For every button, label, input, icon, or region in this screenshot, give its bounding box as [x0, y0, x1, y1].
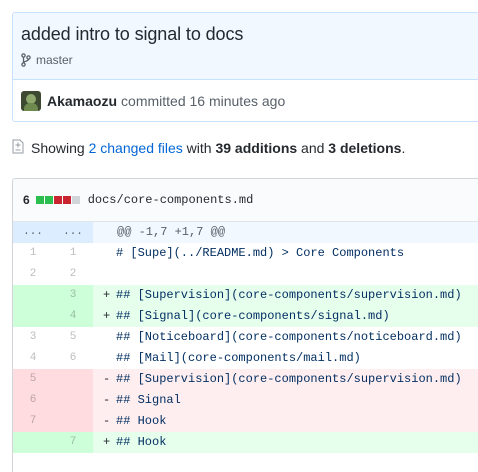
diff-marker: + — [103, 309, 111, 323]
deletions-count: 3 deletions — [328, 140, 402, 156]
deletion-row: 6 - ## Signal — [13, 390, 478, 411]
diff-summary: Showing 2 changed files with 39 addition… — [12, 139, 405, 157]
commit-meta: Akamaozu committed 16 minutes ago — [13, 80, 478, 121]
code-line: ## [Mail](core-components/mail.md) — [93, 348, 478, 369]
old-line-number[interactable] — [13, 285, 53, 306]
branch-name: master — [36, 53, 73, 67]
context-row: 3 5 ## [Noticeboard](core-components/notic… — [13, 327, 478, 348]
code-line: ## [Noticeboard](core-components/noticeb… — [93, 327, 478, 348]
git-branch-icon — [21, 53, 31, 67]
old-line-number[interactable]: 7 — [13, 411, 53, 432]
old-line-number[interactable]: 1 — [13, 243, 53, 264]
diffstat-block-del — [53, 196, 62, 204]
code-text: ## [Signal](core-components/signal.md) — [116, 309, 390, 323]
diffstat-bar — [35, 196, 80, 204]
deletion-row: 7 - ## Hook — [13, 411, 478, 432]
diffstat-block-add — [44, 196, 53, 204]
new-line-number[interactable]: 7 — [53, 432, 93, 453]
hunk-header-row[interactable]: ... ... @@ -1,7 +1,7 @@ — [13, 222, 478, 243]
avatar[interactable] — [21, 91, 41, 111]
diffstat-count: 6 — [23, 193, 30, 207]
file-path-link[interactable]: docs/core-components.md — [88, 193, 254, 207]
code-text: ## [Supervision](core-components/supervi… — [116, 288, 462, 302]
context-row: 4 6 ## [Mail](core-components/mail.md) — [13, 348, 478, 369]
new-line-number[interactable] — [53, 390, 93, 411]
branch-info[interactable]: master — [21, 53, 478, 67]
deletion-row: 5 - ## [Supervision](core-components/super… — [13, 369, 478, 390]
new-line-number[interactable]: 3 — [53, 285, 93, 306]
addition-row: 7 + ## Hook — [13, 432, 478, 453]
summary-period: . — [401, 140, 406, 156]
diffstat-block-neu — [71, 196, 80, 204]
diff-marker: - — [103, 393, 111, 407]
file-diff-icon — [12, 139, 24, 157]
new-line-number[interactable]: 4 — [53, 306, 93, 327]
old-line-number[interactable]: 5 — [13, 369, 53, 390]
file-header: 6 docs/core-components.md — [13, 179, 478, 222]
expand-right[interactable]: ... — [53, 222, 93, 243]
new-line-number[interactable] — [53, 411, 93, 432]
old-line-number[interactable] — [13, 432, 53, 453]
commit-time: 16 minutes ago — [189, 93, 286, 109]
code-text: # [Supe](../README.md) > Core Components — [116, 246, 405, 260]
context-row: 1 1 # [Supe](../README.md) > Core Componen… — [13, 243, 478, 264]
code-text: ## Signal — [116, 393, 181, 407]
file-diff: 6 docs/core-components.md ... ... @@ -1,… — [12, 178, 478, 472]
old-line-number[interactable] — [13, 306, 53, 327]
diffstat-block-add — [35, 196, 44, 204]
diffstat-block-del — [62, 196, 71, 204]
summary-and: and — [301, 140, 325, 156]
expand-left[interactable]: ... — [13, 222, 53, 243]
addition-row: 3 + ## [Supervision](core-components/super… — [13, 285, 478, 306]
diff-marker: + — [103, 288, 111, 302]
new-line-number[interactable] — [53, 369, 93, 390]
code-text: ## [Noticeboard](core-components/noticeb… — [116, 330, 462, 344]
code-line: + ## Hook — [93, 432, 478, 453]
code-line: - ## Hook — [93, 411, 478, 432]
new-line-number[interactable]: 1 — [53, 243, 93, 264]
diff-marker: + — [103, 435, 111, 449]
code-text: ## [Mail](core-components/mail.md) — [116, 351, 361, 365]
additions-count: 39 additions — [215, 140, 298, 156]
code-line: # [Supe](../README.md) > Core Components — [93, 243, 478, 264]
new-line-number[interactable]: 6 — [53, 348, 93, 369]
code-line: - ## [Supervision](core-components/superv… — [93, 369, 478, 390]
diff-marker: - — [103, 414, 111, 428]
summary-showing: Showing — [31, 140, 85, 156]
code-text: ## Hook — [116, 414, 167, 428]
code-line: + ## [Signal](core-components/signal.md) — [93, 306, 478, 327]
new-line-number[interactable]: 5 — [53, 327, 93, 348]
code-line: - ## Signal — [93, 390, 478, 411]
diff-table: ... ... @@ -1,7 +1,7 @@ 1 1 # [Supe](../RE… — [13, 222, 478, 453]
commit-title: added intro to signal to docs — [21, 24, 244, 44]
author-link[interactable]: Akamaozu — [47, 93, 117, 109]
old-line-number[interactable]: 3 — [13, 327, 53, 348]
commit-box: added intro to signal to docs master Aka… — [12, 12, 478, 122]
code-text: ## [Supervision](core-components/supervi… — [116, 372, 462, 386]
addition-row: 4 + ## [Signal](core-components/signal.md) — [13, 306, 478, 327]
old-line-number[interactable]: 6 — [13, 390, 53, 411]
changed-files-link[interactable]: 2 changed files — [89, 140, 183, 156]
context-row: 22 — [13, 264, 478, 285]
commit-header: added intro to signal to docs master — [13, 13, 478, 80]
diff-marker: - — [103, 372, 111, 386]
commit-action: committed — [121, 93, 186, 109]
hunk-header: @@ -1,7 +1,7 @@ — [117, 225, 226, 239]
old-line-number[interactable]: 4 — [13, 348, 53, 369]
code-line: + ## [Supervision](core-components/superv… — [93, 285, 478, 306]
old-line-number[interactable]: 2 — [13, 264, 53, 285]
code-text: ## Hook — [116, 435, 167, 449]
new-line-number[interactable]: 2 — [53, 264, 93, 285]
summary-with: with — [186, 140, 212, 156]
